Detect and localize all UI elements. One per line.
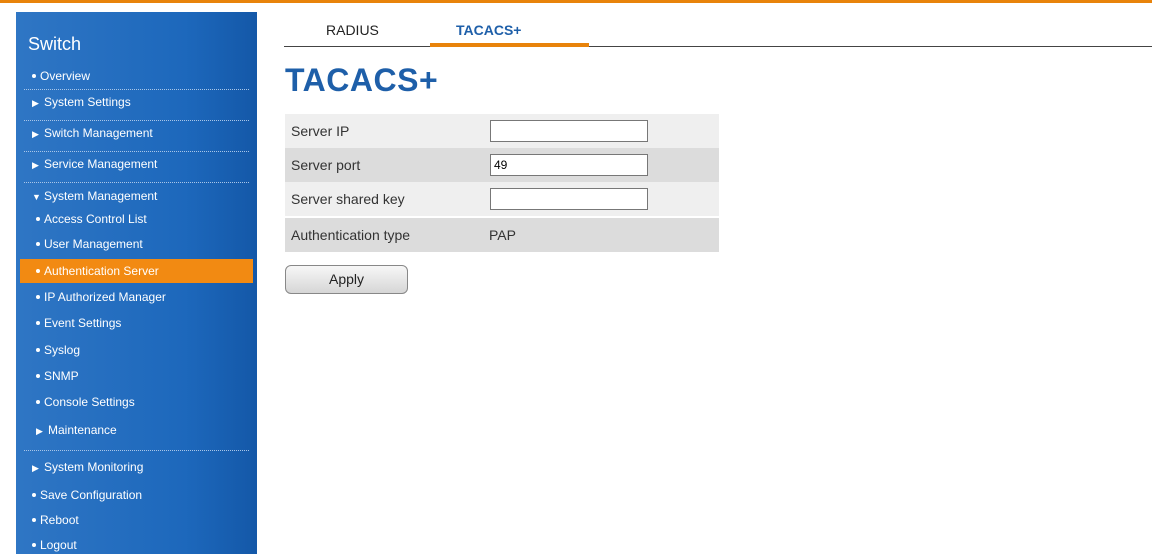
auth-type-value: PAP bbox=[489, 227, 516, 243]
server-ip-row: Server IP bbox=[285, 114, 719, 148]
auth-type-row: Authentication type PAP bbox=[285, 218, 719, 252]
divider bbox=[24, 182, 249, 183]
sidebar-item-label: Console Settings bbox=[44, 395, 135, 409]
expand-arrow-icon: ▶ bbox=[32, 98, 39, 108]
sidebar-item-system-settings[interactable]: ▶ System Settings bbox=[20, 92, 257, 112]
page-title: TACACS+ bbox=[285, 62, 439, 98]
bullet-icon bbox=[36, 399, 40, 404]
bullet-icon bbox=[32, 517, 36, 522]
sidebar-item-label: System Monitoring bbox=[44, 460, 144, 474]
top-accent-line bbox=[0, 0, 1152, 3]
bullet-icon bbox=[36, 347, 40, 352]
sidebar-item-label: System Management bbox=[44, 189, 158, 203]
sidebar-item-authentication-server[interactable]: Authentication Server bbox=[20, 259, 253, 283]
sidebar-item-system-monitoring[interactable]: ▶ System Monitoring bbox=[20, 457, 257, 477]
server-port-label: Server port bbox=[291, 157, 361, 173]
divider bbox=[24, 151, 249, 152]
server-port-input[interactable] bbox=[490, 154, 648, 176]
server-ip-input[interactable] bbox=[490, 120, 648, 142]
sidebar-item-maintenance[interactable]: ▶ Maintenance bbox=[20, 420, 257, 440]
divider bbox=[24, 450, 249, 451]
expand-arrow-icon: ▶ bbox=[32, 160, 39, 170]
shared-key-input[interactable] bbox=[490, 188, 648, 210]
sidebar-item-label: SNMP bbox=[44, 369, 79, 383]
sidebar-item-event-settings[interactable]: Event Settings bbox=[20, 313, 257, 333]
sidebar-item-snmp[interactable]: SNMP bbox=[20, 366, 257, 386]
sidebar-item-user-management[interactable]: User Management bbox=[20, 234, 257, 254]
sidebar-item-label: Save Configuration bbox=[40, 488, 143, 502]
sidebar-item-reboot[interactable]: Reboot bbox=[20, 510, 257, 530]
sidebar-title: Switch bbox=[28, 34, 82, 54]
bullet-icon bbox=[32, 492, 36, 497]
sidebar-item-logout[interactable]: Logout bbox=[20, 535, 257, 554]
sidebar-item-save-configuration[interactable]: Save Configuration bbox=[20, 485, 257, 505]
bullet-icon bbox=[36, 241, 40, 246]
sidebar-item-label: System Settings bbox=[44, 95, 131, 109]
bullet-icon bbox=[36, 320, 40, 325]
sidebar-item-label: Syslog bbox=[44, 343, 81, 357]
sidebar-item-syslog[interactable]: Syslog bbox=[20, 340, 257, 360]
sidebar-item-ip-authorized-manager[interactable]: IP Authorized Manager bbox=[20, 287, 257, 307]
sidebar-item-label: Authentication Server bbox=[44, 264, 159, 278]
auth-type-label: Authentication type bbox=[291, 227, 411, 243]
bullet-icon bbox=[36, 373, 40, 378]
sidebar-item-label: Switch Management bbox=[44, 126, 153, 140]
bullet-icon bbox=[36, 216, 40, 221]
bullet-icon bbox=[32, 73, 36, 78]
tab-baseline bbox=[284, 46, 1152, 47]
expand-arrow-icon: ▶ bbox=[32, 463, 39, 473]
tab-tacacs[interactable]: TACACS+ bbox=[456, 22, 521, 38]
sidebar-item-label: Maintenance bbox=[48, 423, 117, 437]
sidebar-item-label: Access Control List bbox=[44, 212, 147, 226]
sidebar-item-label: Overview bbox=[40, 69, 91, 83]
sidebar-item-overview[interactable]: Overview bbox=[20, 66, 257, 86]
apply-button[interactable]: Apply bbox=[285, 265, 408, 294]
collapse-arrow-icon: ▼ bbox=[32, 192, 41, 202]
server-port-row: Server port bbox=[285, 148, 719, 182]
tab-radius[interactable]: RADIUS bbox=[326, 22, 379, 38]
bullet-icon bbox=[36, 294, 40, 299]
sidebar-item-switch-management[interactable]: ▶ Switch Management bbox=[20, 123, 257, 143]
sidebar-item-access-control-list[interactable]: Access Control List bbox=[20, 209, 257, 229]
sidebar-item-label: Logout bbox=[40, 538, 77, 552]
sidebar-item-system-management[interactable]: ▼ System Management bbox=[20, 186, 257, 206]
shared-key-row: Server shared key bbox=[285, 182, 719, 216]
bullet-icon bbox=[32, 542, 36, 547]
bullet-icon bbox=[36, 268, 40, 273]
sidebar-item-label: User Management bbox=[44, 237, 143, 251]
sidebar-item-label: IP Authorized Manager bbox=[44, 290, 166, 304]
expand-arrow-icon: ▶ bbox=[32, 129, 39, 139]
sidebar-item-console-settings[interactable]: Console Settings bbox=[20, 392, 257, 412]
sidebar-item-service-management[interactable]: ▶ Service Management bbox=[20, 154, 257, 174]
expand-arrow-icon: ▶ bbox=[36, 426, 43, 436]
server-ip-label: Server IP bbox=[291, 123, 350, 139]
sidebar-item-label: Service Management bbox=[44, 157, 158, 171]
divider bbox=[24, 120, 249, 121]
sidebar: Switch Overview ▶ System Settings ▶ Switch… bbox=[16, 12, 257, 554]
sidebar-item-label: Reboot bbox=[40, 513, 79, 527]
sidebar-item-label: Event Settings bbox=[44, 316, 122, 330]
active-tab-indicator bbox=[430, 43, 589, 47]
shared-key-label: Server shared key bbox=[291, 191, 405, 207]
divider bbox=[24, 89, 249, 90]
